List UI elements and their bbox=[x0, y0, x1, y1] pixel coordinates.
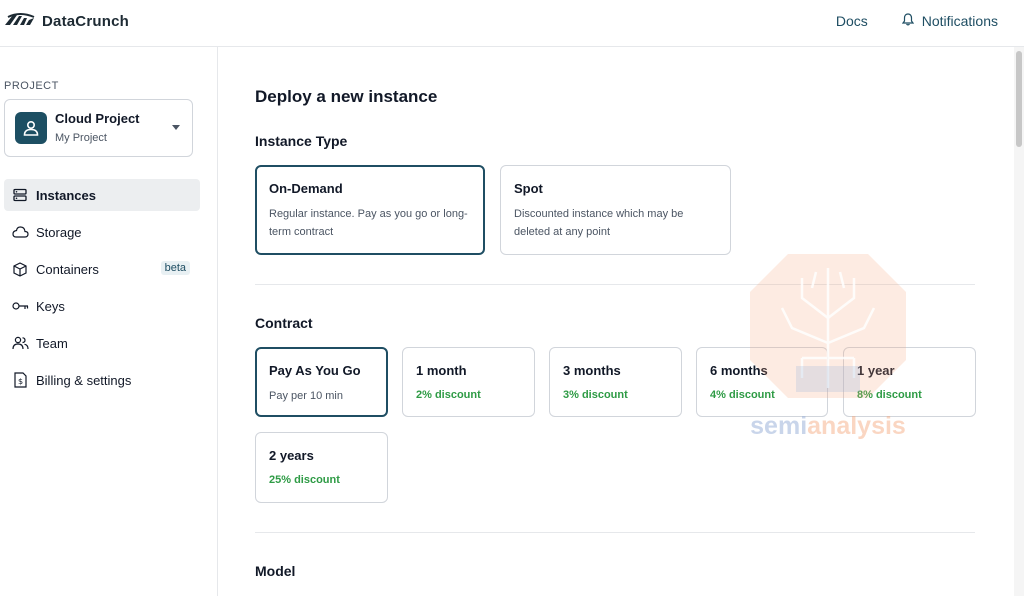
option-description: Discounted instance which may be deleted… bbox=[514, 208, 684, 238]
option-title: 3 months bbox=[563, 363, 621, 378]
team-icon bbox=[10, 333, 30, 353]
option-title: 1 year bbox=[857, 363, 895, 378]
model-heading: Model bbox=[255, 563, 296, 579]
beta-badge: beta bbox=[160, 261, 190, 275]
key-icon bbox=[10, 296, 30, 316]
contract-pay-as-you-go[interactable]: Pay As You Go Pay per 10 min bbox=[255, 347, 388, 417]
contract-2-years[interactable]: 2 years 25% discount bbox=[255, 432, 388, 503]
sidebar-item-containers[interactable]: Containers beta bbox=[4, 253, 200, 285]
bell-icon bbox=[901, 13, 914, 29]
option-subtitle: Pay per 10 min bbox=[269, 390, 343, 402]
sidebar-item-team[interactable]: Team bbox=[4, 327, 200, 359]
contract-heading: Contract bbox=[255, 315, 313, 331]
instance-type-heading: Instance Type bbox=[255, 133, 348, 149]
instance-type-on-demand[interactable]: On-Demand Regular instance. Pay as you g… bbox=[255, 165, 485, 255]
contract-6-months[interactable]: 6 months 4% discount bbox=[696, 347, 828, 417]
option-title: 6 months bbox=[710, 363, 768, 378]
option-title: On-Demand bbox=[269, 181, 343, 196]
sidebar: PROJECT Cloud Project My Project Instanc… bbox=[0, 47, 218, 596]
project-section-label: PROJECT bbox=[4, 80, 59, 92]
cube-icon bbox=[10, 259, 30, 279]
sidebar-item-storage[interactable]: Storage bbox=[4, 216, 200, 248]
page-scrollbar[interactable] bbox=[1014, 47, 1024, 596]
main-content: Deploy a new instance Instance Type On-D… bbox=[219, 47, 1014, 596]
notifications-link[interactable]: Notifications bbox=[901, 13, 998, 29]
option-title: 2 years bbox=[269, 448, 314, 463]
project-name: Cloud Project bbox=[55, 111, 140, 126]
option-discount: 8% discount bbox=[857, 389, 922, 401]
cloud-icon bbox=[10, 222, 30, 242]
option-discount: 3% discount bbox=[563, 389, 628, 401]
brand-logo[interactable]: DataCrunch bbox=[4, 12, 129, 31]
option-description: Regular instance. Pay as you go or long-… bbox=[269, 208, 468, 238]
instance-type-spot[interactable]: Spot Discounted instance which may be de… bbox=[500, 165, 731, 255]
sidebar-item-billing[interactable]: $ Billing & settings bbox=[4, 364, 200, 396]
chevron-down-icon bbox=[172, 125, 180, 130]
contract-3-months[interactable]: 3 months 3% discount bbox=[549, 347, 682, 417]
option-title: 1 month bbox=[416, 363, 467, 378]
docs-link[interactable]: Docs bbox=[836, 13, 868, 29]
datacrunch-logo-icon bbox=[4, 12, 36, 31]
option-title: Pay As You Go bbox=[269, 363, 361, 378]
brand-name: DataCrunch bbox=[42, 13, 130, 30]
top-bar: DataCrunch Docs Notifications bbox=[0, 0, 1024, 47]
sidebar-item-label: Containers bbox=[36, 261, 99, 277]
section-divider bbox=[255, 284, 975, 285]
page-title: Deploy a new instance bbox=[255, 87, 438, 106]
sidebar-item-label: Keys bbox=[36, 298, 65, 314]
option-title: Spot bbox=[514, 181, 543, 196]
project-subtitle: My Project bbox=[55, 132, 107, 144]
sidebar-item-label: Instances bbox=[36, 187, 96, 203]
project-selector[interactable]: Cloud Project My Project bbox=[4, 99, 193, 157]
notifications-label: Notifications bbox=[921, 13, 998, 29]
svg-text:$: $ bbox=[17, 377, 22, 386]
section-divider bbox=[255, 532, 975, 533]
sidebar-item-instances[interactable]: Instances bbox=[4, 179, 200, 211]
server-icon bbox=[10, 185, 30, 205]
user-icon bbox=[15, 112, 47, 144]
contract-1-month[interactable]: 1 month 2% discount bbox=[402, 347, 535, 417]
contract-1-year[interactable]: 1 year 8% discount bbox=[843, 347, 976, 417]
sidebar-item-keys[interactable]: Keys bbox=[4, 290, 200, 322]
billing-icon: $ bbox=[10, 370, 30, 390]
sidebar-nav: Instances Storage Containers beta Keys T… bbox=[4, 179, 200, 401]
option-discount: 25% discount bbox=[269, 474, 340, 486]
scrollbar-thumb[interactable] bbox=[1016, 51, 1022, 147]
sidebar-item-label: Billing & settings bbox=[36, 372, 132, 388]
sidebar-item-label: Storage bbox=[36, 224, 82, 240]
sidebar-item-label: Team bbox=[36, 335, 68, 351]
option-discount: 4% discount bbox=[710, 389, 775, 401]
option-discount: 2% discount bbox=[416, 389, 481, 401]
